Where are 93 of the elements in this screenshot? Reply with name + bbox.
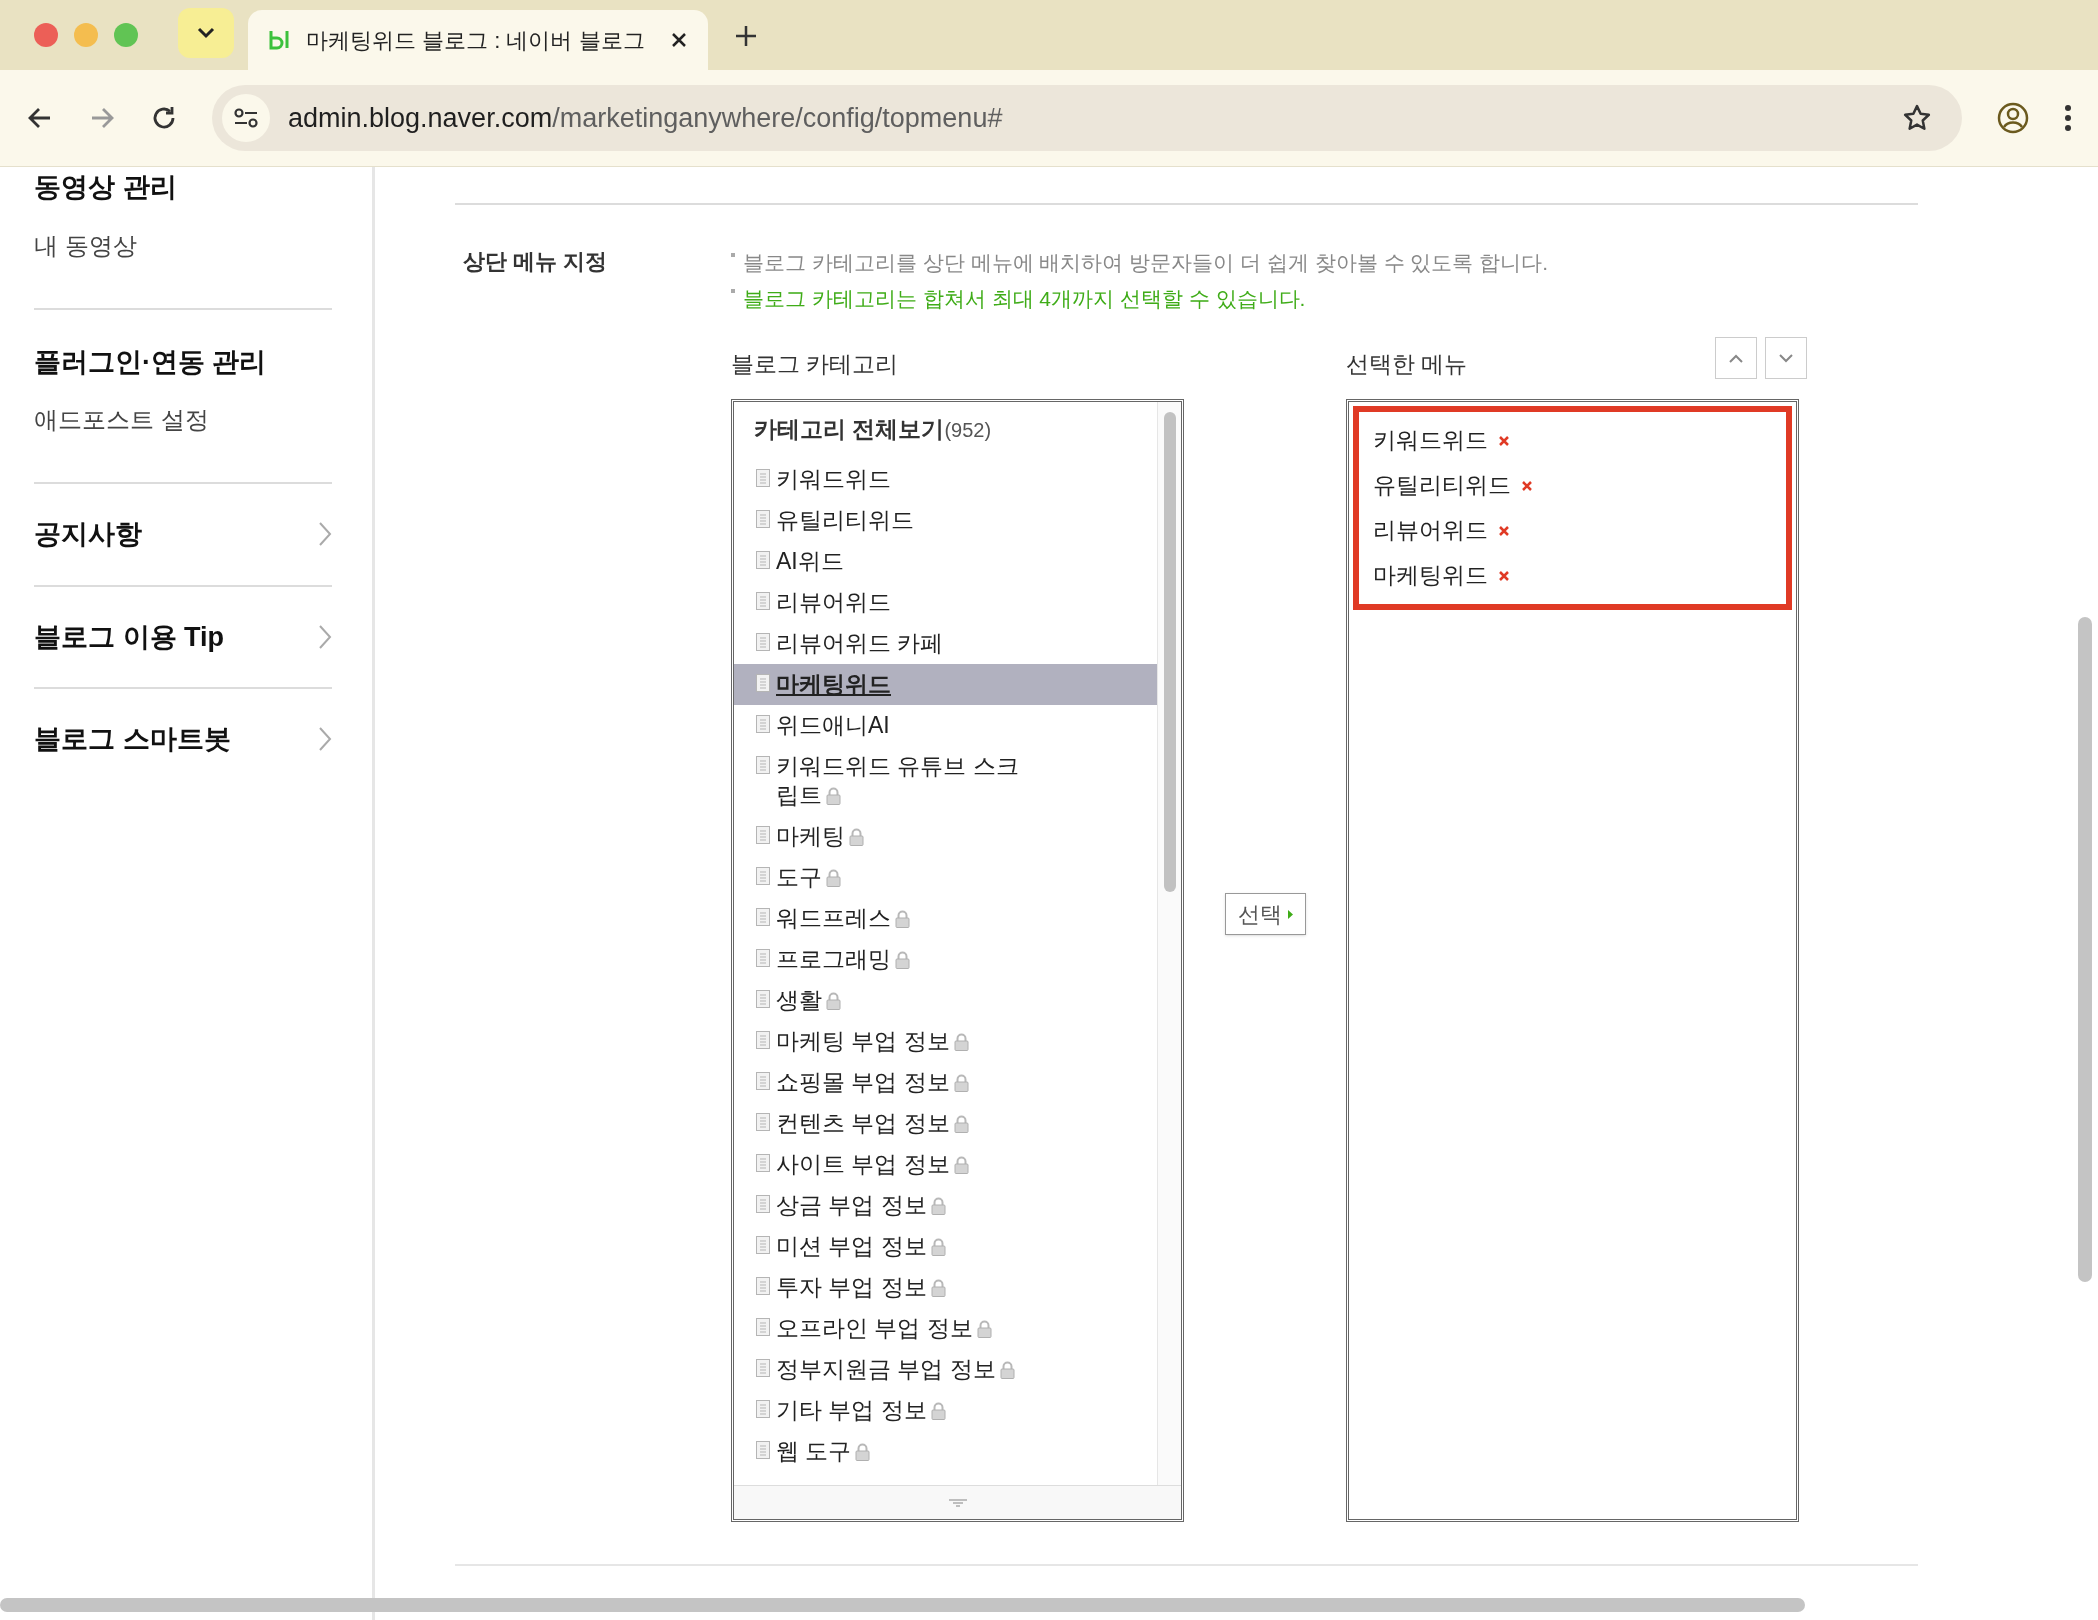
document-icon bbox=[756, 1358, 770, 1377]
category-item[interactable]: 쇼핑몰 부업 정보 bbox=[734, 1061, 1157, 1103]
remove-icon[interactable] bbox=[1498, 569, 1510, 582]
document-icon bbox=[756, 591, 770, 610]
sidebar-link[interactable]: 애드포스트 설정 bbox=[34, 402, 332, 438]
category-item[interactable]: 투자 부업 정보 bbox=[734, 1266, 1157, 1308]
document-icon bbox=[756, 1071, 770, 1090]
note-line: 블로그 카테고리는 합쳐서 최대 4개까지 선택할 수 있습니다. bbox=[743, 287, 1306, 310]
document-icon bbox=[756, 948, 770, 967]
document-icon bbox=[756, 1030, 770, 1049]
url-text: admin.blog.naver.com/marketinganywhere/config/topmenu# bbox=[288, 101, 1004, 135]
category-item[interactable]: 리뷰어위드 카페 bbox=[734, 622, 1157, 664]
document-icon bbox=[756, 1317, 770, 1336]
document-icon bbox=[756, 1440, 770, 1459]
browser-tab[interactable]: 마케팅위드 블로그 : 네이버 블로그 bbox=[248, 10, 708, 70]
document-icon bbox=[756, 673, 770, 692]
triangle-right-icon bbox=[1287, 909, 1293, 919]
category-item[interactable]: 미션 부업 정보 bbox=[734, 1225, 1157, 1267]
category-item[interactable]: 웹 도구 bbox=[734, 1430, 1157, 1472]
scrollbar[interactable] bbox=[1157, 402, 1181, 1485]
document-icon bbox=[756, 1153, 770, 1172]
vertical-scrollbar[interactable] bbox=[2078, 617, 2092, 1282]
sidebar-heading[interactable]: 동영상 관리 bbox=[34, 167, 177, 208]
category-item[interactable]: 마케팅 bbox=[734, 815, 1157, 857]
tab-title: 마케팅위드 블로그 : 네이버 블로그 bbox=[306, 26, 646, 55]
category-item[interactable]: AI위드 bbox=[734, 540, 1157, 582]
category-item[interactable]: 워드프레스 bbox=[734, 897, 1157, 939]
bullet-icon bbox=[731, 253, 735, 257]
list-label: 선택한 메뉴 bbox=[1346, 350, 1468, 379]
star-icon[interactable] bbox=[1902, 103, 1932, 133]
filter-icon bbox=[947, 1497, 968, 1508]
new-tab-icon[interactable] bbox=[734, 24, 758, 48]
document-icon bbox=[756, 550, 770, 569]
document-icon bbox=[756, 509, 770, 528]
document-icon bbox=[756, 1276, 770, 1295]
blog-logo-icon bbox=[268, 29, 292, 51]
close-window-icon[interactable] bbox=[34, 23, 58, 47]
document-icon bbox=[756, 866, 770, 885]
remove-icon[interactable] bbox=[1521, 479, 1533, 492]
category-item[interactable]: 마케팅 부업 정보 bbox=[734, 1020, 1157, 1062]
document-icon bbox=[756, 1112, 770, 1131]
section-label: 상단 메뉴 지정 bbox=[462, 248, 609, 276]
category-item[interactable]: 프로그래밍 bbox=[734, 938, 1157, 980]
category-item[interactable]: 오프라인 부업 정보 bbox=[734, 1307, 1157, 1349]
site-settings-icon[interactable] bbox=[233, 107, 259, 129]
sidebar-link[interactable]: 내 동영상 bbox=[34, 227, 332, 264]
note-line: 블로그 카테고리를 상단 메뉴에 배치하여 방문자들이 더 쉽게 찾아볼 수 있도록 합니다. bbox=[743, 251, 1548, 274]
category-item[interactable]: 사이트 부업 정보 bbox=[734, 1143, 1157, 1185]
category-item[interactable]: 기타 부업 정보 bbox=[734, 1389, 1157, 1431]
list-label: 블로그 카테고리 bbox=[731, 350, 900, 379]
menu-icon[interactable] bbox=[2064, 104, 2072, 132]
horizontal-scrollbar[interactable] bbox=[0, 1598, 1805, 1612]
profile-icon[interactable] bbox=[1996, 101, 2030, 135]
bullet-icon bbox=[731, 289, 735, 293]
chevron-up-icon bbox=[1729, 353, 1743, 363]
category-item[interactable]: 리뷰어위드 bbox=[734, 581, 1157, 623]
category-item[interactable]: 도구 bbox=[734, 856, 1157, 898]
category-item[interactable]: 생활 bbox=[734, 979, 1157, 1021]
selected-menu-item[interactable]: 마케팅위드 bbox=[1373, 558, 1488, 593]
category-item[interactable]: 정부지원금 부업 정보 bbox=[734, 1348, 1157, 1390]
document-icon bbox=[756, 907, 770, 926]
sidebar-heading[interactable]: 블로그 스마트봇 bbox=[34, 719, 231, 760]
document-icon bbox=[756, 714, 770, 733]
sidebar-heading[interactable]: 플러그인·연동 관리 bbox=[34, 341, 267, 382]
close-icon[interactable] bbox=[670, 31, 688, 49]
category-item[interactable]: 위드애니AI bbox=[734, 704, 1157, 746]
document-icon bbox=[756, 632, 770, 651]
document-icon bbox=[756, 468, 770, 487]
document-icon bbox=[756, 1399, 770, 1418]
category-item[interactable]: 유틸리티위드 bbox=[734, 499, 1157, 541]
document-icon bbox=[756, 1235, 770, 1254]
category-item[interactable]: 마케팅위드 bbox=[734, 663, 1157, 705]
selected-menu-item[interactable]: 리뷰어위드 bbox=[1373, 513, 1488, 548]
remove-icon[interactable] bbox=[1498, 524, 1510, 537]
document-icon bbox=[756, 1194, 770, 1213]
address-bar[interactable]: admin.blog.naver.com/marketinganywhere/config/topmenu# bbox=[212, 85, 1962, 151]
document-icon bbox=[756, 825, 770, 844]
chevron-down-icon bbox=[1779, 353, 1793, 363]
category-item[interactable]: 상금 부업 정보 bbox=[734, 1184, 1157, 1226]
remove-icon[interactable] bbox=[1498, 434, 1510, 447]
document-icon bbox=[756, 989, 770, 1008]
select-button[interactable]: 선택 bbox=[1224, 893, 1306, 935]
sidebar-heading[interactable]: 블로그 이용 Tip bbox=[34, 616, 224, 657]
caret-icon bbox=[196, 26, 216, 40]
category-item[interactable]: 키워드위드 bbox=[734, 458, 1157, 500]
document-icon bbox=[756, 755, 770, 774]
category-item[interactable]: 키워드위드 유튜브 스크립트 bbox=[734, 745, 1157, 816]
sidebar-heading[interactable]: 공지사항 bbox=[34, 514, 142, 555]
selected-menu-item[interactable]: 유틸리티위드 bbox=[1373, 468, 1511, 503]
selected-menu-item[interactable]: 키워드위드 bbox=[1373, 423, 1488, 458]
tab-search-button[interactable] bbox=[178, 8, 234, 58]
category-header[interactable]: 카테고리 전체보기(952) bbox=[754, 412, 1157, 447]
category-item[interactable]: 컨텐츠 부업 정보 bbox=[734, 1102, 1157, 1144]
